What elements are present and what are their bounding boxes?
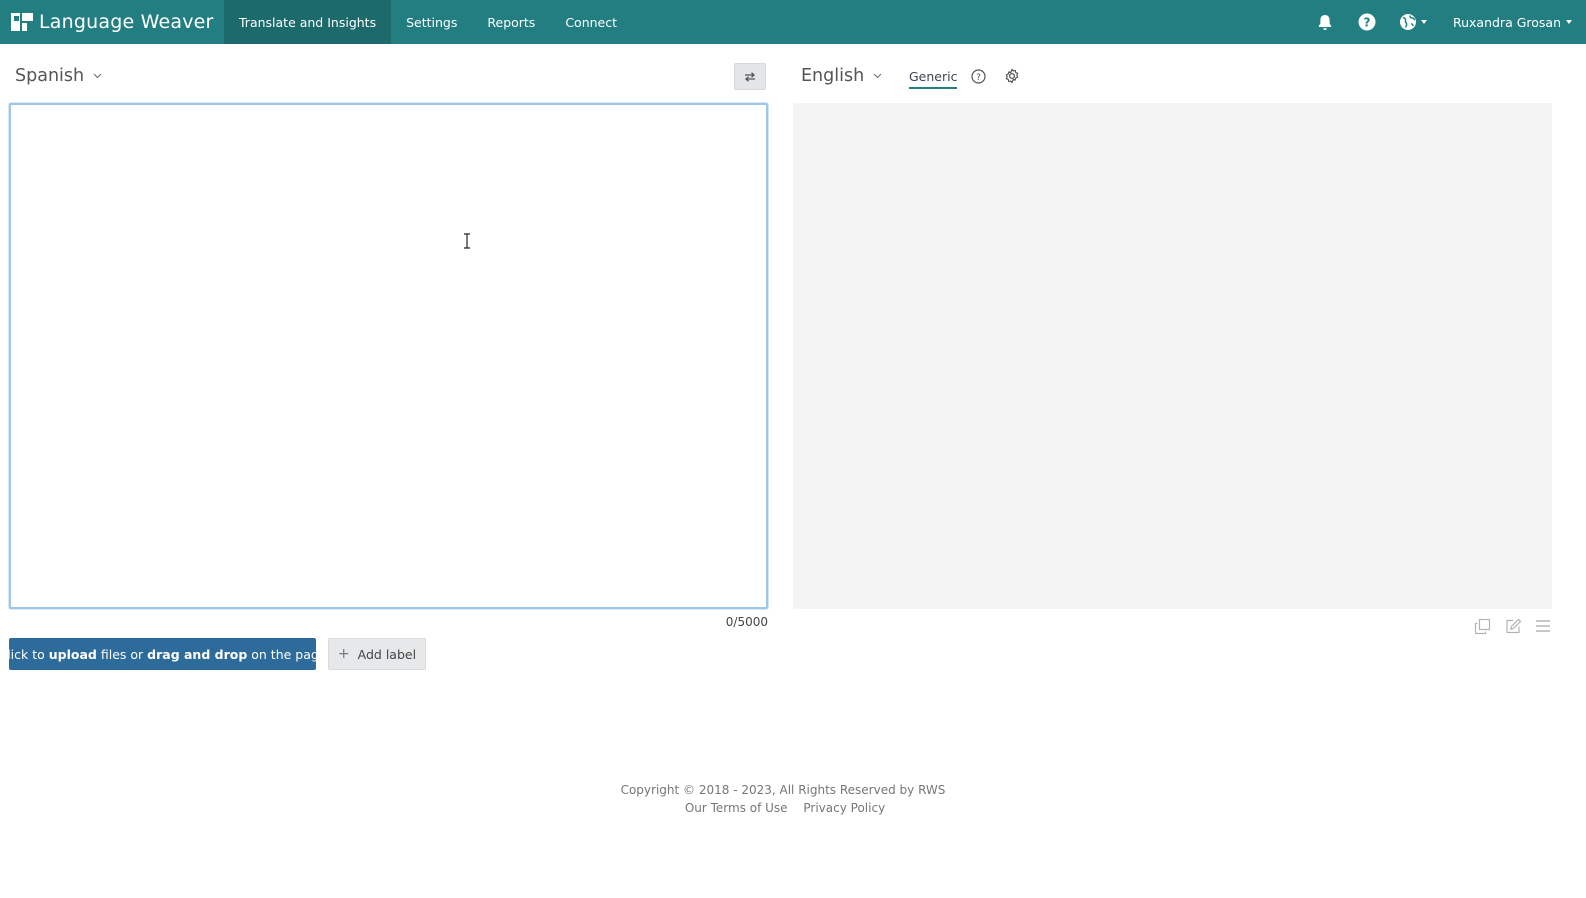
upload-mid: files or xyxy=(96,646,148,662)
language-menu-button[interactable] xyxy=(1399,13,1427,31)
help-button[interactable]: ? xyxy=(1357,13,1377,31)
main-nav: Translate and Insights Settings Reports … xyxy=(224,0,632,44)
copy-translation-button[interactable] xyxy=(1474,618,1491,639)
privacy-policy-link[interactable]: Privacy Policy xyxy=(803,801,885,815)
swap-languages-button[interactable] xyxy=(734,63,766,90)
add-label-button[interactable]: + Add label xyxy=(328,638,426,670)
nav-settings[interactable]: Settings xyxy=(391,0,472,44)
target-language-label: English xyxy=(801,66,865,86)
question-circle-icon: ? xyxy=(971,69,986,84)
source-text-input[interactable] xyxy=(9,103,768,609)
model-tab-generic[interactable]: Generic xyxy=(909,69,958,89)
model-help-button[interactable]: ? xyxy=(971,69,986,88)
upload-files-button[interactable]: Click to upload files or drag and drop o… xyxy=(0,638,327,670)
edit-translation-button[interactable] xyxy=(1505,618,1522,639)
nav-connect[interactable]: Connect xyxy=(550,0,632,44)
add-label-text: Add label xyxy=(357,646,417,662)
footer-links: Our Terms of Use Privacy Policy xyxy=(0,801,1570,815)
upload-suffix: on the page xyxy=(247,646,327,662)
target-language-select[interactable]: English xyxy=(801,66,882,86)
user-name: Ruxandra Grosan xyxy=(1452,14,1561,30)
menu-icon xyxy=(1536,620,1550,632)
copy-icon xyxy=(1474,618,1491,635)
user-menu[interactable]: Ruxandra Grosan xyxy=(1453,15,1572,30)
svg-text:?: ? xyxy=(976,73,981,83)
globe-icon xyxy=(1399,14,1416,30)
header-tools: ? Ruxandra Grosan xyxy=(1315,0,1586,44)
terms-of-use-link[interactable]: Our Terms of Use xyxy=(685,801,788,815)
chevron-down-icon xyxy=(93,73,102,79)
notifications-button[interactable] xyxy=(1315,14,1335,31)
language-weaver-logo-icon xyxy=(11,13,33,31)
help-icon: ? xyxy=(1358,13,1376,31)
translation-output xyxy=(793,103,1552,609)
bell-icon xyxy=(1318,14,1332,30)
character-count: 0/5000 xyxy=(725,615,768,629)
nav-translate-and-insights[interactable]: Translate and Insights xyxy=(224,0,392,44)
upload-bold-2: drag and drop xyxy=(147,646,248,662)
brand-name: Language Weaver xyxy=(39,11,214,33)
source-language-label: Spanish xyxy=(15,66,85,86)
chevron-down-icon xyxy=(873,73,882,79)
edit-icon xyxy=(1506,618,1522,634)
source-language-select[interactable]: Spanish xyxy=(15,66,102,86)
footer-copyright: Copyright © 2018 - 2023, All Rights Rese… xyxy=(620,783,946,797)
user-caret-icon xyxy=(1566,20,1572,24)
upload-prefix: Click to xyxy=(0,646,49,662)
chevron-down-icon xyxy=(1420,20,1427,24)
plus-icon: + xyxy=(337,646,350,662)
swap-arrows-icon xyxy=(745,71,755,82)
top-bar: Language Weaver Translate and Insights S… xyxy=(0,0,1586,44)
nav-reports[interactable]: Reports xyxy=(472,0,550,44)
brand[interactable]: Language Weaver xyxy=(0,0,224,44)
upload-bold-1: upload xyxy=(48,646,97,662)
more-options-button[interactable] xyxy=(1535,618,1551,638)
svg-text:?: ? xyxy=(1363,15,1370,29)
gear-icon xyxy=(1005,68,1019,84)
translation-settings-button[interactable] xyxy=(1004,68,1020,88)
